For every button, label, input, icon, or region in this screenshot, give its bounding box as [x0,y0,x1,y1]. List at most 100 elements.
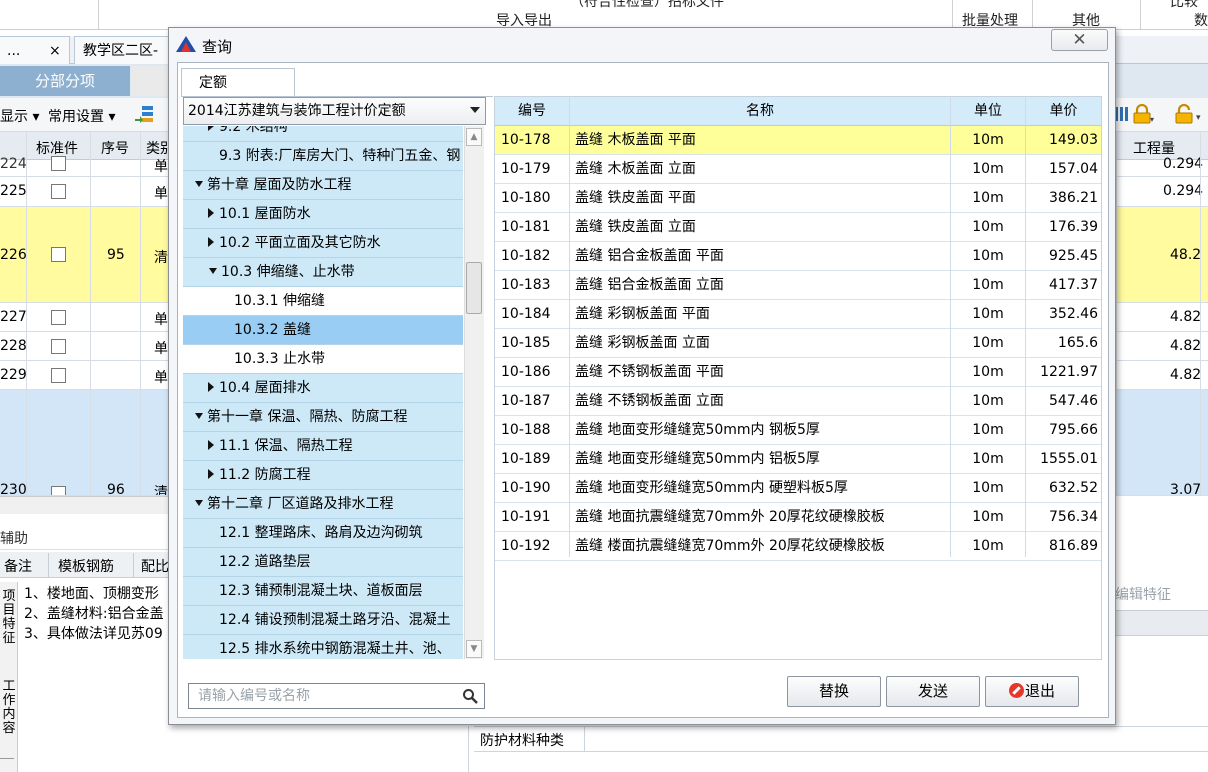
tree-node[interactable]: 11.2 防腐工程 [183,461,463,490]
tree-node[interactable]: 12.4 铺设预制混凝土路牙沿、混凝土 [183,606,463,635]
tree-node[interactable]: 10.4 屋面排水 [183,374,463,403]
tree-node[interactable]: 12.1 整理路床、路肩及边沟砌筑 [183,519,463,548]
chevron-down-icon[interactable] [209,268,217,274]
quota-library-select[interactable]: 2014江苏建筑与装饰工程计价定额 [183,97,486,125]
chevron-down-icon[interactable] [195,500,203,506]
chevron-right-icon[interactable] [208,382,214,392]
chevron-right-icon[interactable] [208,440,214,450]
table-row[interactable]: 10-181 盖缝 铁皮盖面 立面 10m 176.39 [495,213,1101,242]
row-checkbox[interactable] [51,247,66,262]
tree-node[interactable]: 10.1 屋面防水 [183,200,463,229]
table-row[interactable]: 10-190 盖缝 地面变形缝缝宽50mm内 硬塑料板5厚 10m 632.52 [495,474,1101,503]
table-row[interactable]: 10-187 盖缝 不锈钢板盖面 立面 10m 547.46 [495,387,1101,416]
quota-price: 176.39 [1049,219,1098,235]
quota-code: 10-189 [501,451,551,467]
insert-icon[interactable] [134,105,154,123]
column-divider [1025,97,1026,557]
tab-config[interactable]: 配比 [141,556,169,576]
table-row[interactable]: 10-189 盖缝 地面变形缝缝宽50mm内 铝板5厚 10m 1555.01 [495,445,1101,474]
tree-node[interactable]: 第十二章 厂区道路及排水工程 [183,490,463,519]
chevron-right-icon[interactable] [208,237,214,247]
quota-name: 盖缝 地面变形缝缝宽50mm内 钢板5厚 [575,422,820,438]
tree-node-selected[interactable]: 10.3.2 盖缝 [183,316,463,345]
horizontal-scrollbar[interactable] [0,496,170,514]
chevron-right-icon[interactable] [208,126,214,131]
table-row[interactable]: 10-180 盖缝 铁皮盖面 平面 10m 386.21 [495,184,1101,213]
chevron-down-icon[interactable] [195,413,203,419]
tree-node[interactable]: 12.5 排水系统中钢筋混凝土井、池、 [183,635,463,659]
table-row[interactable]: 10-179 盖缝 木板盖面 立面 10m 157.04 [495,155,1101,184]
chevron-right-icon[interactable] [208,469,214,479]
tree-node[interactable]: 第十章 屋面及防水工程 [183,171,463,200]
row-number: 226 [0,247,27,263]
table-row[interactable]: 10-186 盖缝 不锈钢板盖面 平面 10m 1221.97 [495,358,1101,387]
quota-code: 10-186 [501,364,551,380]
row-checkbox[interactable] [51,310,66,325]
aux-label: 辅助 [0,531,28,547]
tree-node[interactable]: 9.3 附表:厂库房大门、特种门五金、钢 [183,142,463,171]
chevron-down-icon[interactable] [470,107,480,113]
quota-unit: 10m [972,248,1004,264]
nav-tab-next[interactable] [131,66,171,96]
tree-node[interactable]: 9.2 木结构 [183,126,463,142]
dialog-titlebar[interactable] [169,28,1115,62]
tree-node[interactable]: 10.3.3 止水带 [183,345,463,374]
tree-node[interactable]: 10.3.1 伸缩缝 [183,287,463,316]
col-header-name[interactable]: 名称 [570,97,950,126]
document-tab-2[interactable]: 教学区二区- [74,36,174,64]
table-row[interactable]: 10-183 盖缝 铝合金板盖面 立面 10m 417.37 [495,271,1101,300]
tree-node-label: 12.3 铺预制混凝土块、道板面层 [219,583,423,599]
close-icon[interactable]: × [49,37,61,65]
data-menu[interactable]: 数 [1194,10,1208,30]
row-checkbox[interactable] [51,184,66,199]
tab-note[interactable]: 备注 [4,556,32,576]
tree-node[interactable]: 第十一章 保温、隔热、防腐工程 [183,403,463,432]
row-checkbox[interactable] [51,368,66,383]
search-icon[interactable] [462,688,478,704]
unlock-icon[interactable]: ▾ [1174,103,1204,124]
close-button[interactable]: ✕ [1051,29,1108,51]
table-row[interactable]: 10-182 盖缝 铝合金板盖面 平面 10m 925.45 [495,242,1101,271]
tree-node[interactable]: 10.3 伸缩缝、止水带 [183,258,463,287]
row-checkbox[interactable] [51,339,66,354]
row-checkbox[interactable] [51,156,66,171]
table-row[interactable]: 10-184 盖缝 彩钢板盖面 平面 10m 352.46 [495,300,1101,329]
feature-edit-field[interactable]: 编辑特征 [1115,582,1208,608]
scroll-up-icon[interactable]: ▲ [466,128,482,146]
table-row[interactable]: 10-192 盖缝 楼面抗震缝缝宽70mm外 20厚花纹硬橡胶板 10m 816.89 [495,532,1101,561]
tree-node[interactable]: 12.2 道路垫层 [183,548,463,577]
display-dropdown[interactable]: 显示 ▾ [0,106,39,126]
replace-button[interactable]: 替换 [787,676,881,707]
tab-quota[interactable]: 定额 [181,68,295,97]
col-header-code[interactable]: 编号 [495,97,569,126]
feature-header-bar [1115,610,1208,636]
search-input[interactable] [198,685,453,707]
chevron-right-icon[interactable] [208,208,214,218]
item-feature-side-tab[interactable]: 项目特征 [0,582,18,678]
col-header-price[interactable]: 单价 [1026,97,1101,126]
tree-node[interactable]: 11.1 保温、隔热工程 [183,432,463,461]
table-row[interactable]: 10-178 盖缝 木板盖面 平面 10m 149.03 [495,126,1101,155]
send-button[interactable]: 发送 [886,676,980,707]
scroll-thumb[interactable] [466,262,482,314]
col-header-unit[interactable]: 单位 [951,97,1025,126]
chevron-down-icon[interactable] [195,181,203,187]
table-row[interactable]: 10-188 盖缝 地面变形缝缝宽50mm内 钢板5厚 10m 795.66 [495,416,1101,445]
quota-code: 10-180 [501,190,551,206]
tree-node[interactable]: 12.3 铺预制混凝土块、道板面层 [183,577,463,606]
table-row[interactable]: 10-185 盖缝 彩钢板盖面 立面 10m 165.6 [495,329,1101,358]
nav-tab-fbfx[interactable]: 分部分项 [0,66,130,96]
tree-node[interactable]: 10.2 平面立面及其它防水 [183,229,463,258]
document-tab-1[interactable]: ... × [0,36,70,64]
scroll-down-icon[interactable]: ▼ [466,640,482,658]
common-settings-dropdown[interactable]: 常用设置 ▾ [48,106,115,126]
lock-blue-icon[interactable] [1114,106,1128,122]
table-row[interactable]: 10-191 盖缝 地面抗震缝缝宽70mm外 20厚花纹硬橡胶板 10m 756.34 [495,503,1101,532]
column-divider [950,97,951,557]
tab-template-rebar[interactable]: 模板钢筋 [58,556,114,576]
tree-scrollbar[interactable] [464,126,484,659]
lock-icon[interactable]: ▾ [1132,103,1154,124]
row-checkbox[interactable] [51,486,66,495]
tree-node-label: 12.4 铺设预制混凝土路牙沿、混凝土 [219,612,451,628]
exit-button[interactable]: 退出 [985,676,1079,707]
